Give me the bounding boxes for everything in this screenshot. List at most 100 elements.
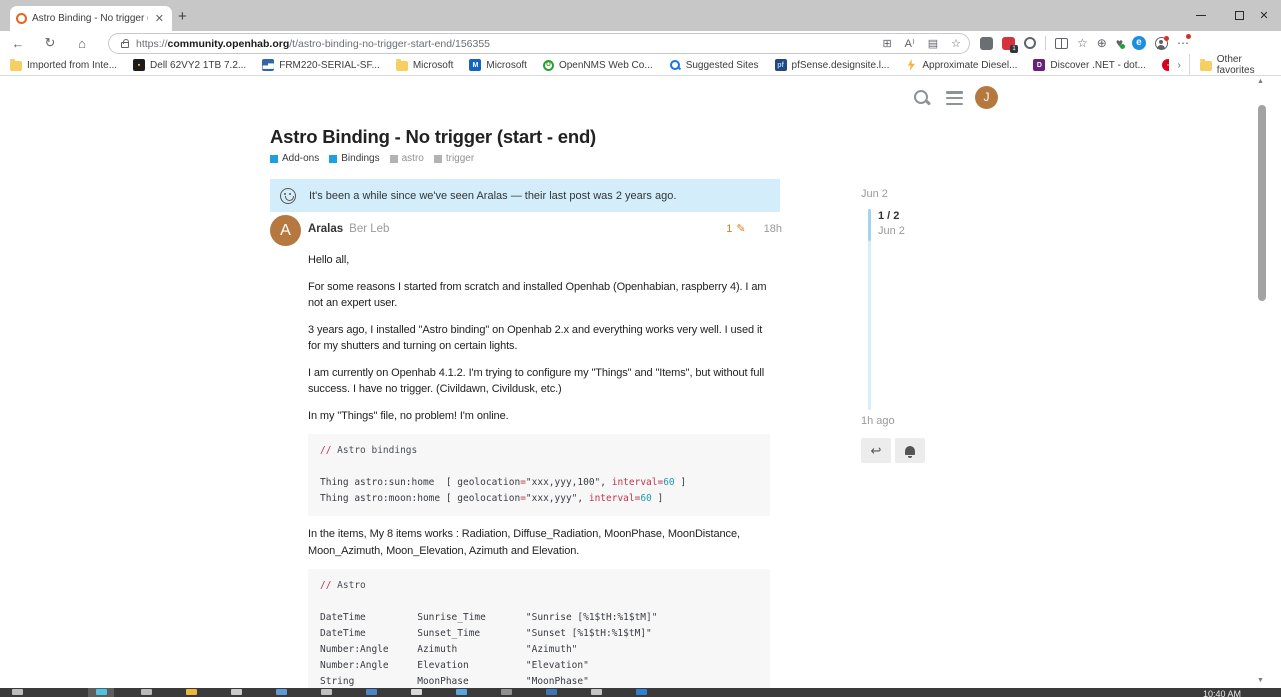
tag-square-icon [433, 154, 442, 163]
tag-label: trigger [445, 153, 475, 164]
browser-essentials-icon[interactable]: ♥ [1116, 36, 1125, 50]
url-text[interactable]: https://community.openhab.org/t/astro-bi… [136, 38, 869, 50]
scrollbar-thumb[interactable] [1258, 105, 1266, 301]
toolbar-extensions-row: 1 ☆ ⊕ ♥ e ⋯ [980, 31, 1191, 55]
page-scrollbar[interactable]: ▲ ▼ [1253, 76, 1270, 688]
bookmark-tile-icon: pf [774, 59, 787, 71]
bookmark-item[interactable]: Microsoft [395, 59, 453, 71]
bookmark-item[interactable]: Imported from Inte... [10, 59, 117, 71]
taskbar-app-icon[interactable] [591, 689, 602, 695]
other-favorites-button[interactable]: Other favorites [1188, 54, 1271, 76]
settings-more-icon[interactable]: ⋯ [1177, 34, 1191, 50]
post-header: Aralas Ber Leb 1 ✎ 18h [308, 222, 782, 235]
taskbar-app-icon[interactable] [231, 689, 242, 695]
taskbar-app-icon[interactable] [501, 689, 512, 695]
bookmark-label: Discover .NET - dot... [1050, 59, 1146, 71]
windows-taskbar[interactable]: 10:40 AM [0, 688, 1281, 697]
bookmark-item[interactable]: M Microsoft [469, 59, 527, 71]
bookmarks-overflow-chevron[interactable]: › [1177, 60, 1180, 71]
forum-user-avatar[interactable]: J [975, 86, 998, 109]
bookmark-item[interactable]: O OpenNMS Web Co... [542, 59, 653, 71]
taskbar-app-icon[interactable] [456, 689, 467, 695]
bookmarks-list: Imported from Inte... ▪ Dell 62VY2 1TB 7.2… [10, 59, 1170, 71]
apps-grid-icon[interactable]: ⊞ [882, 37, 891, 50]
extension-badge-icon[interactable]: 1 [1002, 36, 1018, 53]
pencil-icon[interactable]: ✎ [736, 222, 745, 235]
topic-tag[interactable]: Bindings [329, 153, 380, 164]
home-button[interactable]: ⌂ [70, 31, 94, 55]
taskbar-app-icon[interactable] [141, 689, 152, 695]
bookmark-item[interactable]: pf pfSense.designsite.l... [774, 59, 889, 71]
tab-close-icon[interactable]: ✕ [153, 12, 166, 25]
bookmark-item[interactable]: ▪ Dell 62VY2 1TB 7.2... [133, 59, 246, 71]
code-line: String MoonPhase "MoonPhase" [320, 676, 589, 687]
post-author-avatar[interactable]: AralasA [270, 215, 301, 246]
browser-tab[interactable]: Astro Binding - No trigger (start ✕ [10, 6, 172, 31]
timeline-start-date[interactable]: Jun 2 [861, 188, 888, 200]
window-minimize-button[interactable] [1182, 0, 1220, 31]
forum-search-icon[interactable] [913, 89, 931, 107]
post-paragraph: Hello all, [308, 254, 350, 266]
scrollbar-up-arrow[interactable]: ▲ [1257, 78, 1264, 85]
bookmark-item[interactable]: ▃▅ FRM220-SERIAL-SF... [262, 59, 380, 71]
taskbar-app-icon[interactable] [366, 689, 377, 695]
post-paragraph: For some reasons I started from scratch … [308, 280, 767, 310]
collections-icon[interactable]: ⊕ [1097, 36, 1107, 50]
post-author-name[interactable]: Aralas [308, 223, 343, 235]
bookmark-folder-icon [395, 59, 408, 71]
notifications-bell-button[interactable] [895, 438, 925, 463]
bookmark-ringic-icon: O [542, 59, 554, 71]
post-paragraph: In my "Things" file, no problem! I'm onl… [308, 409, 509, 422]
add-favorite-star-icon[interactable]: ☆ [951, 37, 961, 50]
lock-icon[interactable] [121, 38, 129, 48]
edge-logo-icon[interactable]: e [1131, 36, 1146, 50]
bookmark-tile-icon: D [1033, 59, 1046, 71]
code-block-things[interactable]: // Astro bindings Thing astro:sun:home [… [308, 434, 770, 516]
refresh-button[interactable]: ↻ [38, 31, 62, 55]
favorites-icon[interactable]: ☆ [1077, 36, 1088, 50]
split-screen-icon[interactable] [1055, 37, 1068, 49]
post-age[interactable]: 18h [764, 223, 782, 235]
bookmark-item[interactable]: ◦Support Document... [1161, 59, 1170, 71]
read-aloud-icon[interactable]: A⁾ [905, 37, 915, 50]
immersive-reader-icon[interactable]: ▤ [928, 37, 938, 50]
taskbar-app-icon[interactable] [411, 689, 422, 695]
profile-avatar-icon[interactable] [1154, 35, 1169, 50]
taskbar-app-icon[interactable] [186, 689, 197, 695]
reply-button[interactable]: ↩ [861, 438, 891, 463]
new-tab-button[interactable]: + [178, 8, 187, 25]
extension-ring-icon[interactable] [1024, 37, 1036, 49]
other-favorites-label: Other favorites [1216, 54, 1255, 76]
bookmark-item[interactable]: Approximate Diesel... [905, 59, 1017, 71]
edit-count[interactable]: 1 [726, 223, 732, 235]
taskbar-app-icon[interactable] [96, 689, 107, 695]
bookmark-label: Microsoft [486, 59, 527, 71]
taskbar-app-icon[interactable] [636, 689, 647, 695]
bookmark-item[interactable]: Suggested Sites [669, 59, 759, 71]
timeline-last-activity[interactable]: 1h ago [861, 415, 895, 427]
timeline-handle[interactable] [868, 209, 871, 241]
taskbar-app-icon[interactable] [546, 689, 557, 695]
taskbar-app-icon[interactable] [276, 689, 287, 695]
code-block-items[interactable]: // Astro DateTime Sunrise_Time "Sunrise … [308, 569, 770, 688]
bookmark-label: OpenNMS Web Co... [558, 59, 653, 71]
topic-tag[interactable]: Add-ons [270, 153, 319, 164]
bookmark-item[interactable]: D Discover .NET - dot... [1033, 59, 1146, 71]
topic-tag[interactable]: trigger [433, 153, 475, 164]
back-button[interactable]: ← [6, 31, 30, 55]
forum-menu-icon[interactable] [946, 91, 963, 105]
extension-icon[interactable] [980, 36, 993, 50]
code-line: Thing astro:sun:home [ geolocation="xxx,… [320, 477, 687, 488]
page-content: J Astro Binding - No trigger (start - en… [0, 76, 1281, 688]
taskbar-app-icon[interactable] [321, 689, 332, 695]
topic-tag[interactable]: astro [389, 153, 424, 164]
code-line: DateTime Sunrise_Time "Sunrise [%1$tH:%1… [320, 612, 658, 623]
minimize-icon [1196, 15, 1206, 16]
taskbar-app-icon[interactable] [12, 689, 23, 695]
window-close-button[interactable]: ✕ [1245, 0, 1281, 31]
scrollbar-down-arrow[interactable]: ▼ [1257, 677, 1264, 684]
address-bar[interactable]: https://community.openhab.org/t/astro-bi… [108, 33, 970, 54]
code-line: // Astro [320, 580, 366, 591]
timeline-position-date: Jun 2 [878, 225, 905, 237]
maximize-icon [1234, 11, 1244, 20]
